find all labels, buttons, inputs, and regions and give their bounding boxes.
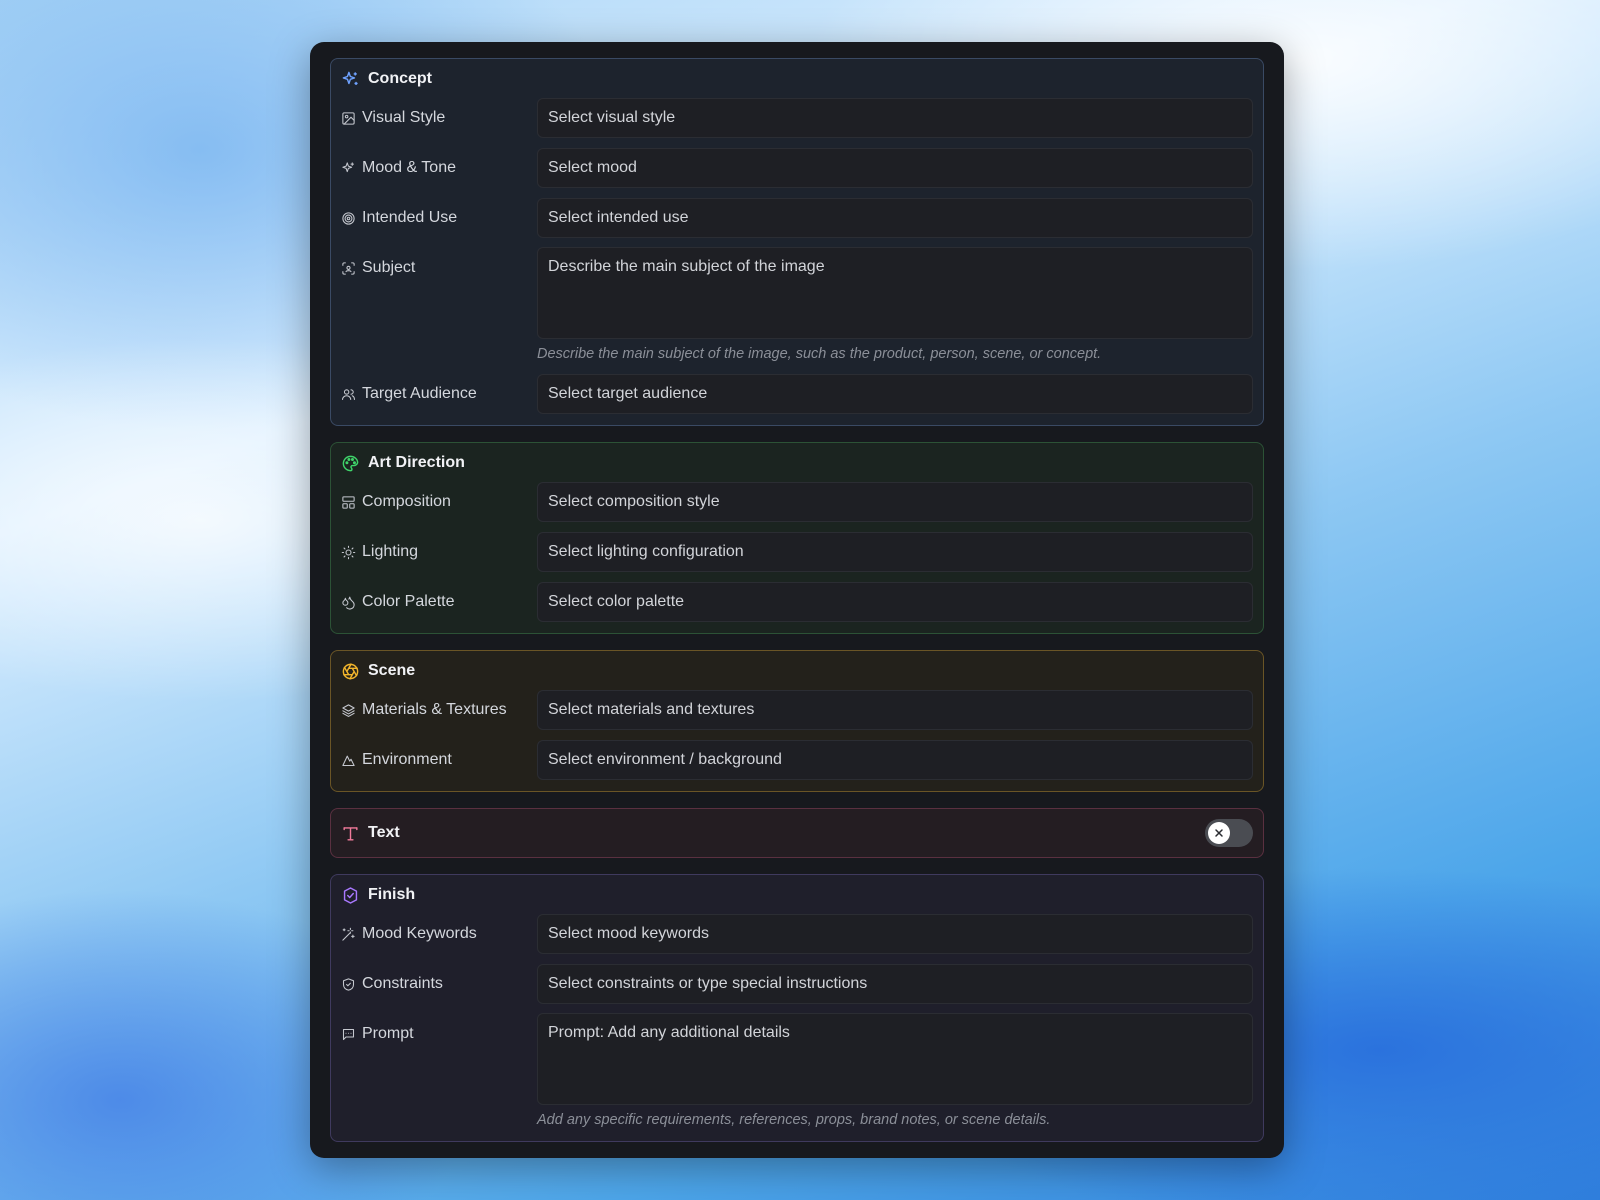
color-palette-label: Color Palette [341,593,537,611]
materials-row: Materials & Textures Select materials an… [341,689,1253,731]
target-audience-label: Target Audience [341,385,537,403]
text-section: Text [330,808,1264,858]
toggle-knob [1208,822,1230,844]
magic-wand-icon [342,927,355,941]
mood-keywords-select[interactable]: Select mood keywords [537,914,1253,954]
art-direction-header: Art Direction [341,451,1253,475]
sparkles-icon [342,161,355,172]
prompt-row: Prompt Prompt: Add any additional detail… [341,1013,1253,1105]
concept-section: Concept Visual Style Select visual style… [330,58,1264,426]
subject-hint: Describe the main subject of the image, … [537,346,1102,362]
badge-check-icon [343,886,358,904]
intended-use-row: Intended Use Select intended use [341,197,1253,239]
finish-header: Finish [341,883,1253,907]
layers-icon [342,703,355,717]
lighting-label: Lighting [341,543,537,561]
sparkles-icon [342,71,358,85]
lighting-select[interactable]: Select lighting configuration [537,532,1253,572]
palette-icon [342,455,359,471]
constraints-row: Constraints Select constraints or type s… [341,963,1253,1005]
target-audience-row: Target Audience Select target audience [341,373,1253,415]
subject-row: Subject Describe the main subject of the… [341,247,1253,339]
subject-textarea[interactable]: Describe the main subject of the image [537,247,1253,339]
target-icon [342,211,355,225]
shield-check-icon [342,977,355,991]
concept-title: Concept [368,70,432,87]
aperture-icon [342,662,359,680]
scan-icon [342,261,355,275]
mood-select[interactable]: Select mood [537,148,1253,188]
users-icon [342,388,355,400]
concept-header: Concept [341,67,1253,91]
mood-keywords-row: Mood Keywords Select mood keywords [341,913,1253,955]
materials-label: Materials & Textures [341,701,537,719]
intended-use-label: Intended Use [341,209,537,227]
environment-row: Environment Select environment / backgro… [341,739,1253,781]
color-palette-row: Color Palette Select color palette [341,581,1253,623]
intended-use-select[interactable]: Select intended use [537,198,1253,238]
target-audience-select[interactable]: Select target audience [537,374,1253,414]
text-title: Text [368,824,400,841]
finish-title: Finish [368,886,416,903]
message-square-icon [342,1028,355,1040]
scene-title: Scene [368,662,416,679]
art-direction-section: Art Direction Composition Select composi… [330,442,1264,634]
droplets-icon [342,596,355,610]
materials-select[interactable]: Select materials and textures [537,690,1253,730]
prompt-hint: Add any specific requirements, reference… [537,1112,1051,1128]
environment-select[interactable]: Select environment / background [537,740,1253,780]
scene-header: Scene [341,659,1253,683]
composition-label: Composition [341,493,537,511]
prompt-textarea[interactable]: Prompt: Add any additional details [537,1013,1253,1105]
composition-row: Composition Select composition style [341,481,1253,523]
constraints-label: Constraints [341,975,537,993]
subject-label: Subject [341,247,537,277]
mood-tone-row: Mood & Tone Select mood [341,147,1253,189]
layout-icon [342,495,355,509]
composition-select[interactable]: Select composition style [537,482,1253,522]
image-icon [342,111,355,125]
art-direction-title: Art Direction [368,454,465,471]
close-icon [1215,829,1223,837]
sun-icon [341,545,356,559]
color-palette-select[interactable]: Select color palette [537,582,1253,622]
visual-style-row: Visual Style Select visual style [341,97,1253,139]
mood-keywords-label: Mood Keywords [341,925,537,943]
mood-tone-label: Mood & Tone [341,159,537,177]
constraints-select[interactable]: Select constraints or type special instr… [537,964,1253,1004]
scene-section: Scene Materials & Textures Select materi… [330,650,1264,792]
image-brief-panel: Concept Visual Style Select visual style… [310,42,1284,1158]
text-toggle[interactable] [1205,819,1253,847]
prompt-label: Prompt [341,1013,537,1043]
mountain-icon [342,755,355,766]
lighting-row: Lighting Select lighting configuration [341,531,1253,573]
environment-label: Environment [341,751,537,769]
finish-section: Finish Mood Keywords Select mood keyword… [330,874,1264,1142]
visual-style-label: Visual Style [341,109,537,127]
text-header: Text [341,821,400,845]
visual-style-select[interactable]: Select visual style [537,98,1253,138]
type-icon [343,826,358,841]
